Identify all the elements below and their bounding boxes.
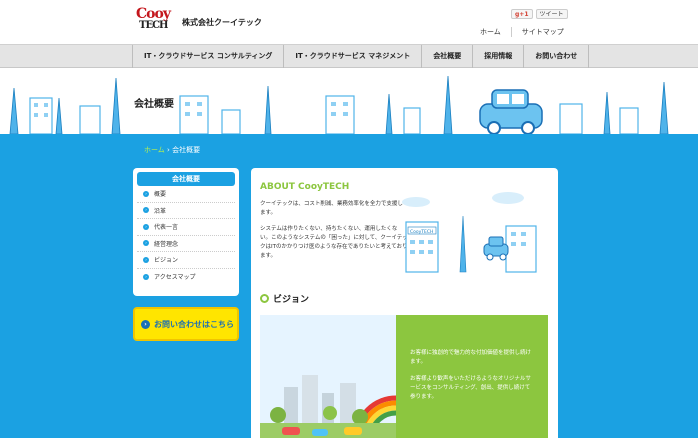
sidebar-item-access[interactable]: › アクセスマップ bbox=[137, 269, 235, 286]
breadcrumb-separator: › bbox=[167, 146, 170, 154]
chevron-right-icon: › bbox=[143, 207, 149, 214]
site-header: Cooy TECH 株式会社クーイテック g+1 ツイート ホーム サイトマップ bbox=[0, 0, 698, 44]
about-title: ABOUT CooyTECH bbox=[260, 182, 350, 192]
contact-button[interactable]: › お問い合わせはこちら bbox=[133, 307, 239, 341]
vision-paragraph-2: お客様より歓声をいただけるようなオリジナルサービスをコンサルティング、創出、提供… bbox=[410, 376, 531, 400]
cooytech-logo[interactable]: Cooy TECH bbox=[136, 7, 171, 31]
chevron-right-icon: › bbox=[143, 273, 149, 280]
util-link-sitemap[interactable]: サイトマップ bbox=[510, 27, 574, 37]
page-title: 会社概要 bbox=[132, 94, 176, 111]
office-building-illustration: CooyTECH bbox=[402, 192, 537, 273]
chevron-right-icon: › bbox=[143, 190, 149, 197]
page-banner bbox=[0, 68, 698, 134]
nav-item-management[interactable]: IT・クラウドサービス マネジメント bbox=[283, 45, 421, 68]
tweet-button[interactable]: ツイート bbox=[535, 9, 568, 19]
content-panel: ABOUT CooyTECH クーイテックは、コスト削減、業務効率化を全力で支援… bbox=[251, 168, 558, 438]
chevron-right-icon: › bbox=[141, 319, 150, 329]
sidebar-item-philosophy[interactable]: › 経営理念 bbox=[137, 236, 235, 252]
breadcrumb: ホーム › 会社概要 bbox=[144, 145, 200, 155]
share-buttons: g+1 ツイート bbox=[511, 9, 568, 19]
sidebar-item-overview[interactable]: › 概要 bbox=[137, 186, 235, 203]
vision-paragraph-1: お客様に独創的で魅力的な付加価値を提供し続けます。 bbox=[410, 350, 532, 365]
breadcrumb-home[interactable]: ホーム bbox=[144, 146, 165, 154]
vision-text-panel: お客様に独創的で魅力的な付加価値を提供し続けます。 お客様より歓声をいただけるよ… bbox=[396, 315, 548, 438]
utility-links: ホーム サイトマップ bbox=[470, 27, 574, 37]
vision-box: お客様に独創的で魅力的な付加価値を提供し続けます。 お客様より歓声をいただけるよ… bbox=[260, 315, 548, 438]
contact-button-label: お問い合わせはこちら bbox=[154, 319, 234, 329]
nav-item-contact[interactable]: お問い合わせ bbox=[523, 45, 590, 68]
global-nav: IT・クラウドサービス コンサルティング IT・クラウドサービス マネジメント … bbox=[0, 44, 698, 68]
sidebar-item-history[interactable]: › 沿革 bbox=[137, 203, 235, 219]
sidebar: 会社概要 › 概要 › 沿革 › 代表一言 › 経営理念 › ビジョン › アクセスマップ bbox=[133, 168, 239, 296]
nav-item-recruit[interactable]: 採用情報 bbox=[472, 45, 523, 68]
chevron-right-icon: › bbox=[143, 256, 149, 263]
sidebar-item-label: 沿革 bbox=[154, 207, 167, 215]
town-rainbow-illustration bbox=[260, 315, 396, 438]
circle-bullet-icon bbox=[260, 294, 269, 303]
logo-line2: TECH bbox=[139, 20, 168, 31]
sidebar-item-label: 代表一言 bbox=[154, 224, 179, 232]
car-illustration bbox=[479, 89, 543, 134]
sidebar-item-message[interactable]: › 代表一言 bbox=[137, 219, 235, 236]
nav-item-company[interactable]: 会社概要 bbox=[421, 45, 472, 68]
sidebar-item-vision[interactable]: › ビジョン bbox=[137, 252, 235, 269]
gplus-button[interactable]: g+1 bbox=[511, 9, 533, 19]
building-sign: CooyTECH bbox=[410, 229, 433, 235]
about-paragraph-2: システムは作りたくない、持ちたくない、運用したくない。このようなシステムの「困っ… bbox=[260, 226, 408, 259]
city-skyline-illustration bbox=[9, 75, 669, 134]
vision-heading: ビジョン bbox=[260, 292, 309, 305]
chevron-right-icon: › bbox=[143, 240, 149, 247]
about-paragraph-1: クーイテックは、コスト削減、業務効率化を全力で支援します。 bbox=[260, 201, 403, 216]
sidebar-item-label: 概要 bbox=[154, 191, 167, 199]
util-link-home[interactable]: ホーム bbox=[470, 27, 511, 37]
sidebar-item-label: 経営理念 bbox=[154, 240, 179, 248]
breadcrumb-current: 会社概要 bbox=[172, 146, 201, 154]
chevron-right-icon: › bbox=[143, 223, 149, 230]
nav-item-consulting[interactable]: IT・クラウドサービス コンサルティング bbox=[132, 45, 283, 68]
sidebar-item-label: アクセスマップ bbox=[154, 274, 196, 282]
sidebar-item-label: ビジョン bbox=[154, 257, 179, 265]
sidebar-heading: 会社概要 bbox=[137, 172, 235, 186]
company-name: 株式会社クーイテック bbox=[182, 18, 262, 27]
vision-title: ビジョン bbox=[273, 295, 310, 305]
